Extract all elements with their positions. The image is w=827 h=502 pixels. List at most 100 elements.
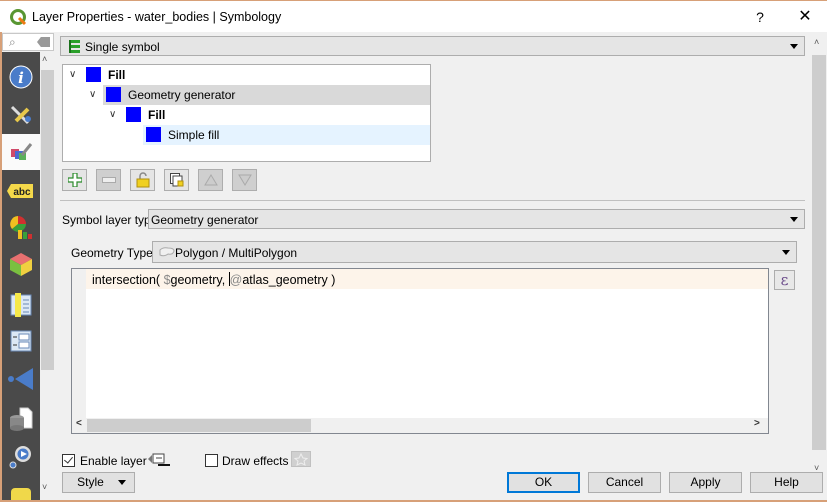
remove-layer-button[interactable] (96, 169, 121, 191)
draw-effects-label: Draw effects (222, 454, 289, 468)
clear-icon[interactable] (37, 37, 50, 47)
minus-icon (101, 177, 116, 183)
line-number-gutter (72, 269, 86, 419)
horizontal-scroll-thumb[interactable] (87, 419, 311, 432)
search-icon: ⌕ (9, 35, 16, 49)
symbology-panel: Single symbol ∨ Fill ∨ Geometry generato… (56, 33, 823, 502)
svg-text:i: i (18, 69, 24, 87)
scroll-up-icon[interactable]: ˄ (42, 54, 47, 64)
wrench-screwdriver-icon (10, 105, 31, 124)
draw-effects-checkbox[interactable] (205, 454, 218, 467)
color-swatch (86, 67, 101, 82)
scroll-left-icon[interactable]: < (76, 418, 82, 429)
move-down-button[interactable] (232, 169, 257, 191)
horizontal-scrollbar[interactable]: < > (72, 418, 768, 433)
cancel-button[interactable]: Cancel (588, 472, 661, 493)
symbol-layer-type-label: Symbol layer type (62, 213, 158, 227)
title-bar: Layer Properties - water_bodies | Symbol… (0, 0, 827, 32)
sidebar-item-joins[interactable] (2, 362, 40, 395)
sidebar-item-symbology[interactable] (2, 134, 40, 170)
symbol-layer-type-value: Geometry generator (151, 213, 259, 227)
move-up-button[interactable] (198, 169, 223, 191)
scroll-up-icon[interactable]: ˄ (814, 37, 819, 47)
check-icon (64, 454, 73, 464)
duplicate-layer-button[interactable] (164, 169, 189, 191)
tree-item-simple-fill[interactable]: Simple fill (63, 125, 430, 145)
main-scrollbar[interactable]: ˄ ˅ (810, 33, 827, 502)
color-swatch (146, 127, 161, 142)
unlock-icon (136, 172, 149, 188)
style-menu-button[interactable]: Style (62, 472, 135, 493)
enable-layer-checkbox[interactable] (62, 454, 75, 467)
info-icon: i (9, 65, 33, 88)
tree-item-fill-nested[interactable]: ∨ Fill (63, 105, 430, 125)
duplicate-icon (169, 173, 183, 187)
sidebar-scrollbar[interactable]: ˄ ˅ (40, 52, 55, 502)
close-button[interactable]: ✕ (790, 5, 820, 29)
enable-layer-label: Enable layer (80, 454, 147, 468)
paintbrush-icon (11, 143, 33, 160)
expression-editor[interactable]: intersection( $geometry, @atlas_geometry… (71, 268, 769, 434)
expression-text: intersection( $geometry, @atlas_geometry… (92, 272, 336, 287)
effects-settings-button[interactable] (291, 451, 311, 467)
renderer-type-value: Single symbol (85, 40, 160, 54)
sidebar-scroll-thumb[interactable] (41, 70, 54, 370)
color-swatch (126, 107, 141, 122)
tree-item-fill[interactable]: ∨ Fill (63, 65, 430, 85)
main-scroll-thumb[interactable] (812, 55, 826, 450)
window-title: Layer Properties - water_bodies | Symbol… (32, 10, 282, 24)
help-title-button[interactable]: ? (745, 5, 775, 29)
single-symbol-icon (69, 40, 80, 53)
scroll-down-icon[interactable]: ˅ (814, 463, 819, 473)
symbol-layer-type-combo[interactable]: Geometry generator (148, 209, 805, 229)
chevron-down-icon (782, 250, 790, 255)
star-icon (293, 452, 309, 466)
sidebar-item-fields[interactable] (2, 288, 40, 321)
chevron-down-icon (118, 480, 126, 485)
sidebar-item-attributes-form[interactable] (2, 324, 40, 357)
sidebar-item-3d-view[interactable] (2, 247, 40, 280)
sidebar: i abc (2, 52, 40, 502)
sidebar-item-source[interactable] (2, 97, 40, 130)
chevron-down-icon[interactable]: ∨ (109, 109, 116, 120)
gear-play-icon (9, 445, 31, 468)
data-defined-override-icon[interactable] (148, 452, 172, 468)
renderer-type-combo[interactable]: Single symbol (60, 36, 805, 56)
geometry-type-value: Polygon / MultiPolygon (175, 246, 298, 260)
fields-table-icon (10, 292, 32, 317)
svg-text:abc: abc (13, 187, 31, 198)
tree-item-geometry-generator[interactable]: ∨ Geometry generator (63, 85, 430, 105)
sidebar-search-input[interactable]: ⌕ (2, 33, 54, 51)
arrow-up-icon (203, 174, 218, 186)
plus-icon (67, 173, 82, 187)
lock-color-button[interactable] (130, 169, 155, 191)
expression-builder-button[interactable]: ε (774, 270, 795, 290)
sidebar-item-information[interactable]: i (2, 60, 40, 93)
sidebar-item-labels[interactable]: abc (2, 174, 40, 207)
ok-button[interactable]: OK (507, 472, 580, 493)
divider (60, 200, 805, 201)
symbol-layer-tree[interactable]: ∨ Fill ∨ Geometry generator ∨ Fill Simpl… (62, 64, 431, 162)
qgis-logo-icon (10, 9, 27, 26)
sidebar-item-diagrams[interactable] (2, 210, 40, 243)
arrow-down-icon (237, 174, 252, 186)
sidebar-item-actions[interactable] (2, 440, 40, 473)
sidebar-item-display[interactable] (2, 476, 40, 502)
database-file-icon (10, 407, 33, 431)
pie-bar-chart-icon (10, 215, 32, 239)
add-layer-button[interactable] (62, 169, 87, 191)
form-icon (10, 330, 32, 351)
polygon-icon (159, 247, 175, 257)
scroll-down-icon[interactable]: ˅ (42, 482, 47, 492)
chevron-down-icon[interactable]: ∨ (89, 89, 96, 100)
chevron-down-icon (790, 44, 798, 49)
color-swatch (106, 87, 121, 102)
scroll-right-icon[interactable]: > (754, 418, 760, 429)
chevron-down-icon (790, 217, 798, 222)
sidebar-item-auxiliary-storage[interactable] (2, 402, 40, 435)
chevron-down-icon[interactable]: ∨ (69, 69, 76, 80)
apply-button[interactable]: Apply (669, 472, 742, 493)
cube-icon (10, 252, 32, 276)
geometry-type-combo[interactable]: Polygon / MultiPolygon (152, 241, 797, 263)
tooltip-icon (11, 487, 31, 502)
